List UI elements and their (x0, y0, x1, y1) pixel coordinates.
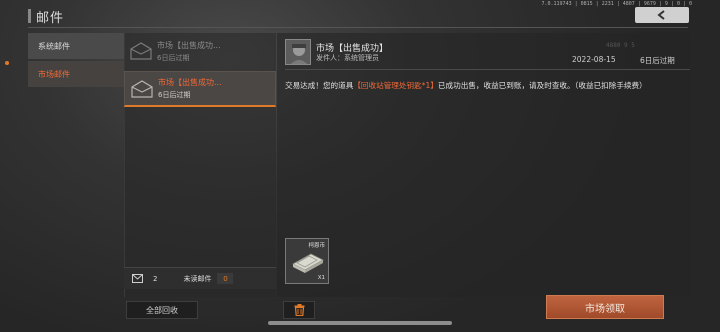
side-indicator-dot (5, 61, 9, 65)
sender-avatar (285, 39, 311, 65)
mail-list-item-selected[interactable]: 市场【出售成功... 6日后过期 (124, 71, 276, 107)
mail-title: 市场【出售成功... (157, 40, 221, 50)
mail-expiry-detail: 6日后过期 (640, 56, 675, 65)
detail-divider (285, 69, 690, 70)
envelope-icon (132, 274, 143, 283)
unread-count-badge: 0 (217, 273, 234, 284)
page-title-bar: 邮件 (28, 6, 64, 26)
unread-label: 未读邮件 (183, 274, 212, 283)
mail-counter-bar: 2 未读邮件 0 (124, 267, 276, 289)
home-indicator[interactable] (268, 321, 452, 325)
category-system-mail[interactable]: 系统邮件 (28, 33, 124, 59)
mail-list-item[interactable]: 市场【出售成功... 6日后过期 (124, 33, 276, 69)
claim-button[interactable]: 市场领取 (546, 295, 664, 319)
chevron-left-icon (657, 10, 665, 20)
mail-sender: 发件人：系统管理员 (316, 54, 379, 62)
cash-stack-icon (292, 253, 324, 273)
mail-expiry: 6日后过期 (157, 53, 190, 62)
collect-all-button[interactable]: 全部回收 (126, 301, 198, 319)
attachment-item[interactable]: 柯恩币 X1 (285, 238, 329, 284)
attachment-name: 柯恩币 (308, 243, 325, 249)
delete-button[interactable] (283, 301, 315, 319)
back-button[interactable] (635, 7, 689, 23)
mail-expiry: 6日后过期 (158, 91, 191, 99)
attachment-quantity: X1 (317, 275, 325, 281)
title-accent-bar (28, 9, 31, 23)
envelope-open-icon (130, 42, 152, 60)
body-text-rest: 已成功出售，收益已到账，请及时查收。（收益已扣除手续费） (437, 81, 647, 90)
category-market-mail[interactable]: 市场邮件 (28, 61, 124, 87)
mail-detail-panel (277, 33, 690, 297)
soldier-portrait-icon (286, 40, 310, 64)
mail-id-text: 4880 9 5 (606, 42, 635, 49)
mail-count: 2 (153, 274, 158, 283)
mail-body: 交易达成！您的道具【回收站管理处钥匙*1】已成功出售，收益已到账，请及时查收。（… (285, 80, 685, 92)
body-item-highlight: 【回收站管理处钥匙*1】 (353, 81, 438, 90)
mail-date: 2022-08-15 (572, 55, 616, 64)
body-text: 交易达成！您的道具 (285, 81, 354, 90)
header-divider (28, 27, 688, 28)
trash-icon (294, 304, 304, 316)
page-title: 邮件 (36, 10, 65, 26)
mail-title: 市场【出售成功... (158, 78, 222, 87)
envelope-open-icon (131, 79, 153, 98)
